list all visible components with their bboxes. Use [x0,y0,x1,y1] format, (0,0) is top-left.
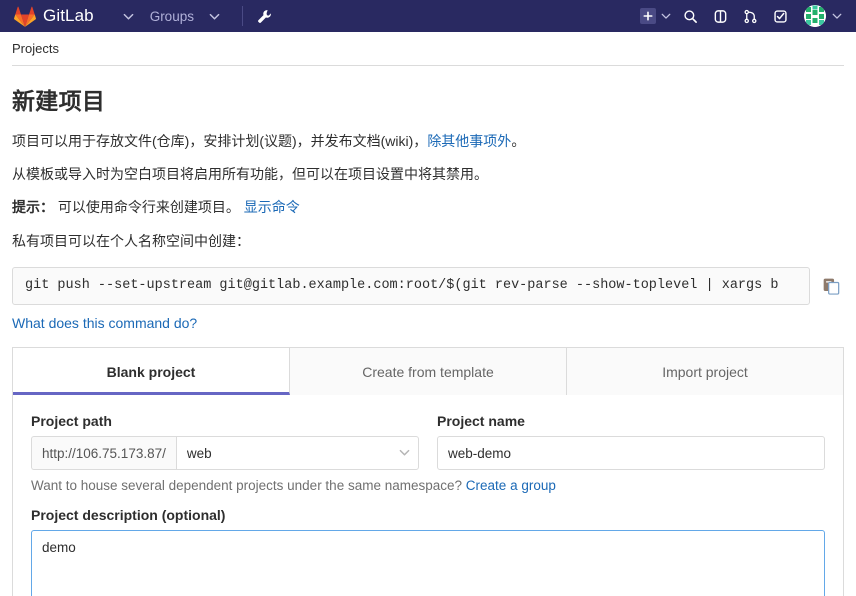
new-item-chevron-down-icon[interactable] [658,0,674,32]
namespace-help-label: Want to house several dependent projects… [31,478,463,494]
private-namespace-note: 私有项目可以在个人名称空间中创建： [12,232,250,249]
show-command-link[interactable]: 显示命令 [244,199,300,215]
create-a-group-link[interactable]: Create a group [466,478,556,493]
tip-label: 提示： [12,198,54,215]
new-item-button[interactable] [640,0,674,32]
admin-wrench-icon[interactable] [251,0,279,32]
issues-icon[interactable] [706,0,734,32]
navbar-context-chevron-down-icon[interactable] [116,0,142,32]
copy-icon[interactable] [818,267,844,306]
new-project-form: Project path http://106.75.173.87/ web P… [12,395,844,596]
project-name-field-group: Project name [437,413,825,471]
description-line-2: 从模板或导入时为空白项目将启用所有功能，但可以在项目设置中将其禁用。 [12,165,488,182]
description-line-1: 项目可以用于存放文件(仓库)，安排计划(议题)，并发布文档(wiki)，除其他事… [12,132,844,151]
path-and-name-row: Project path http://106.75.173.87/ web P… [31,413,825,471]
navbar-divider [241,6,243,26]
project-path-input-group: http://106.75.173.87/ web [31,436,419,471]
navbar-left-section: GitLab Groups [14,0,279,32]
project-path-prefix: http://106.75.173.87/ [31,436,176,471]
description-line-1-post: 。 [511,133,526,149]
tab-import-project[interactable]: Import project [567,348,843,396]
user-avatar[interactable] [804,5,826,27]
top-navbar: GitLab Groups [0,0,856,32]
project-description-textarea[interactable] [31,530,825,596]
gitlab-home-link[interactable]: GitLab [14,6,94,27]
git-command-text[interactable]: git push --set-upstream git@gitlab.examp… [12,266,810,306]
command-row: git push --set-upstream git@gitlab.examp… [12,266,844,306]
tip-text: 可以使用命令行来创建项目。 [57,198,240,215]
search-icon[interactable] [676,0,704,32]
project-name-label: Project name [437,413,525,430]
breadcrumb-item-projects[interactable]: Projects [12,41,59,56]
plus-icon [640,8,656,24]
project-path-field-group: Project path http://106.75.173.87/ web [31,413,419,471]
brand-name: GitLab [43,6,94,25]
project-description-field-group: Project description (optional) [31,507,825,596]
gitlab-fox-logo-icon [14,6,36,27]
project-path-label: Project path [31,413,112,430]
what-does-this-command-do-link[interactable]: What does this command do? [12,315,197,331]
todos-checkbox-icon[interactable] [766,0,794,32]
nav-groups-chevron-down-icon[interactable] [202,0,228,32]
page-title: 新建项目 [12,88,106,114]
merge-request-icon[interactable] [736,0,764,32]
description-line-1-pre: 项目可以用于存放文件(仓库)，安排计划(议题)，并发布文档(wiki)， [12,133,428,149]
navbar-right-section [640,0,846,32]
project-description-label: Project description (optional) [31,507,226,524]
namespace-select-wrapper: web [175,436,419,471]
project-type-tabs: Blank project Create from template Impor… [12,347,844,396]
namespace-select[interactable]: web [175,436,419,471]
namespace-help-text: Want to house several dependent projects… [31,478,825,493]
among-other-things-link[interactable]: 除其他事项外 [427,133,511,149]
user-menu-chevron-down-icon[interactable] [828,0,846,32]
breadcrumb: Projects [0,32,856,65]
tab-blank-project[interactable]: Blank project [13,348,290,396]
main-content: 新建项目 项目可以用于存放文件(仓库)，安排计划(议题)，并发布文档(wiki)… [0,66,856,596]
project-name-input[interactable] [437,436,825,471]
tip-line: 提示： 可以使用命令行来创建项目。 显示命令 [12,198,844,217]
tab-create-from-template[interactable]: Create from template [290,348,567,396]
nav-link-groups[interactable]: Groups [142,9,202,24]
